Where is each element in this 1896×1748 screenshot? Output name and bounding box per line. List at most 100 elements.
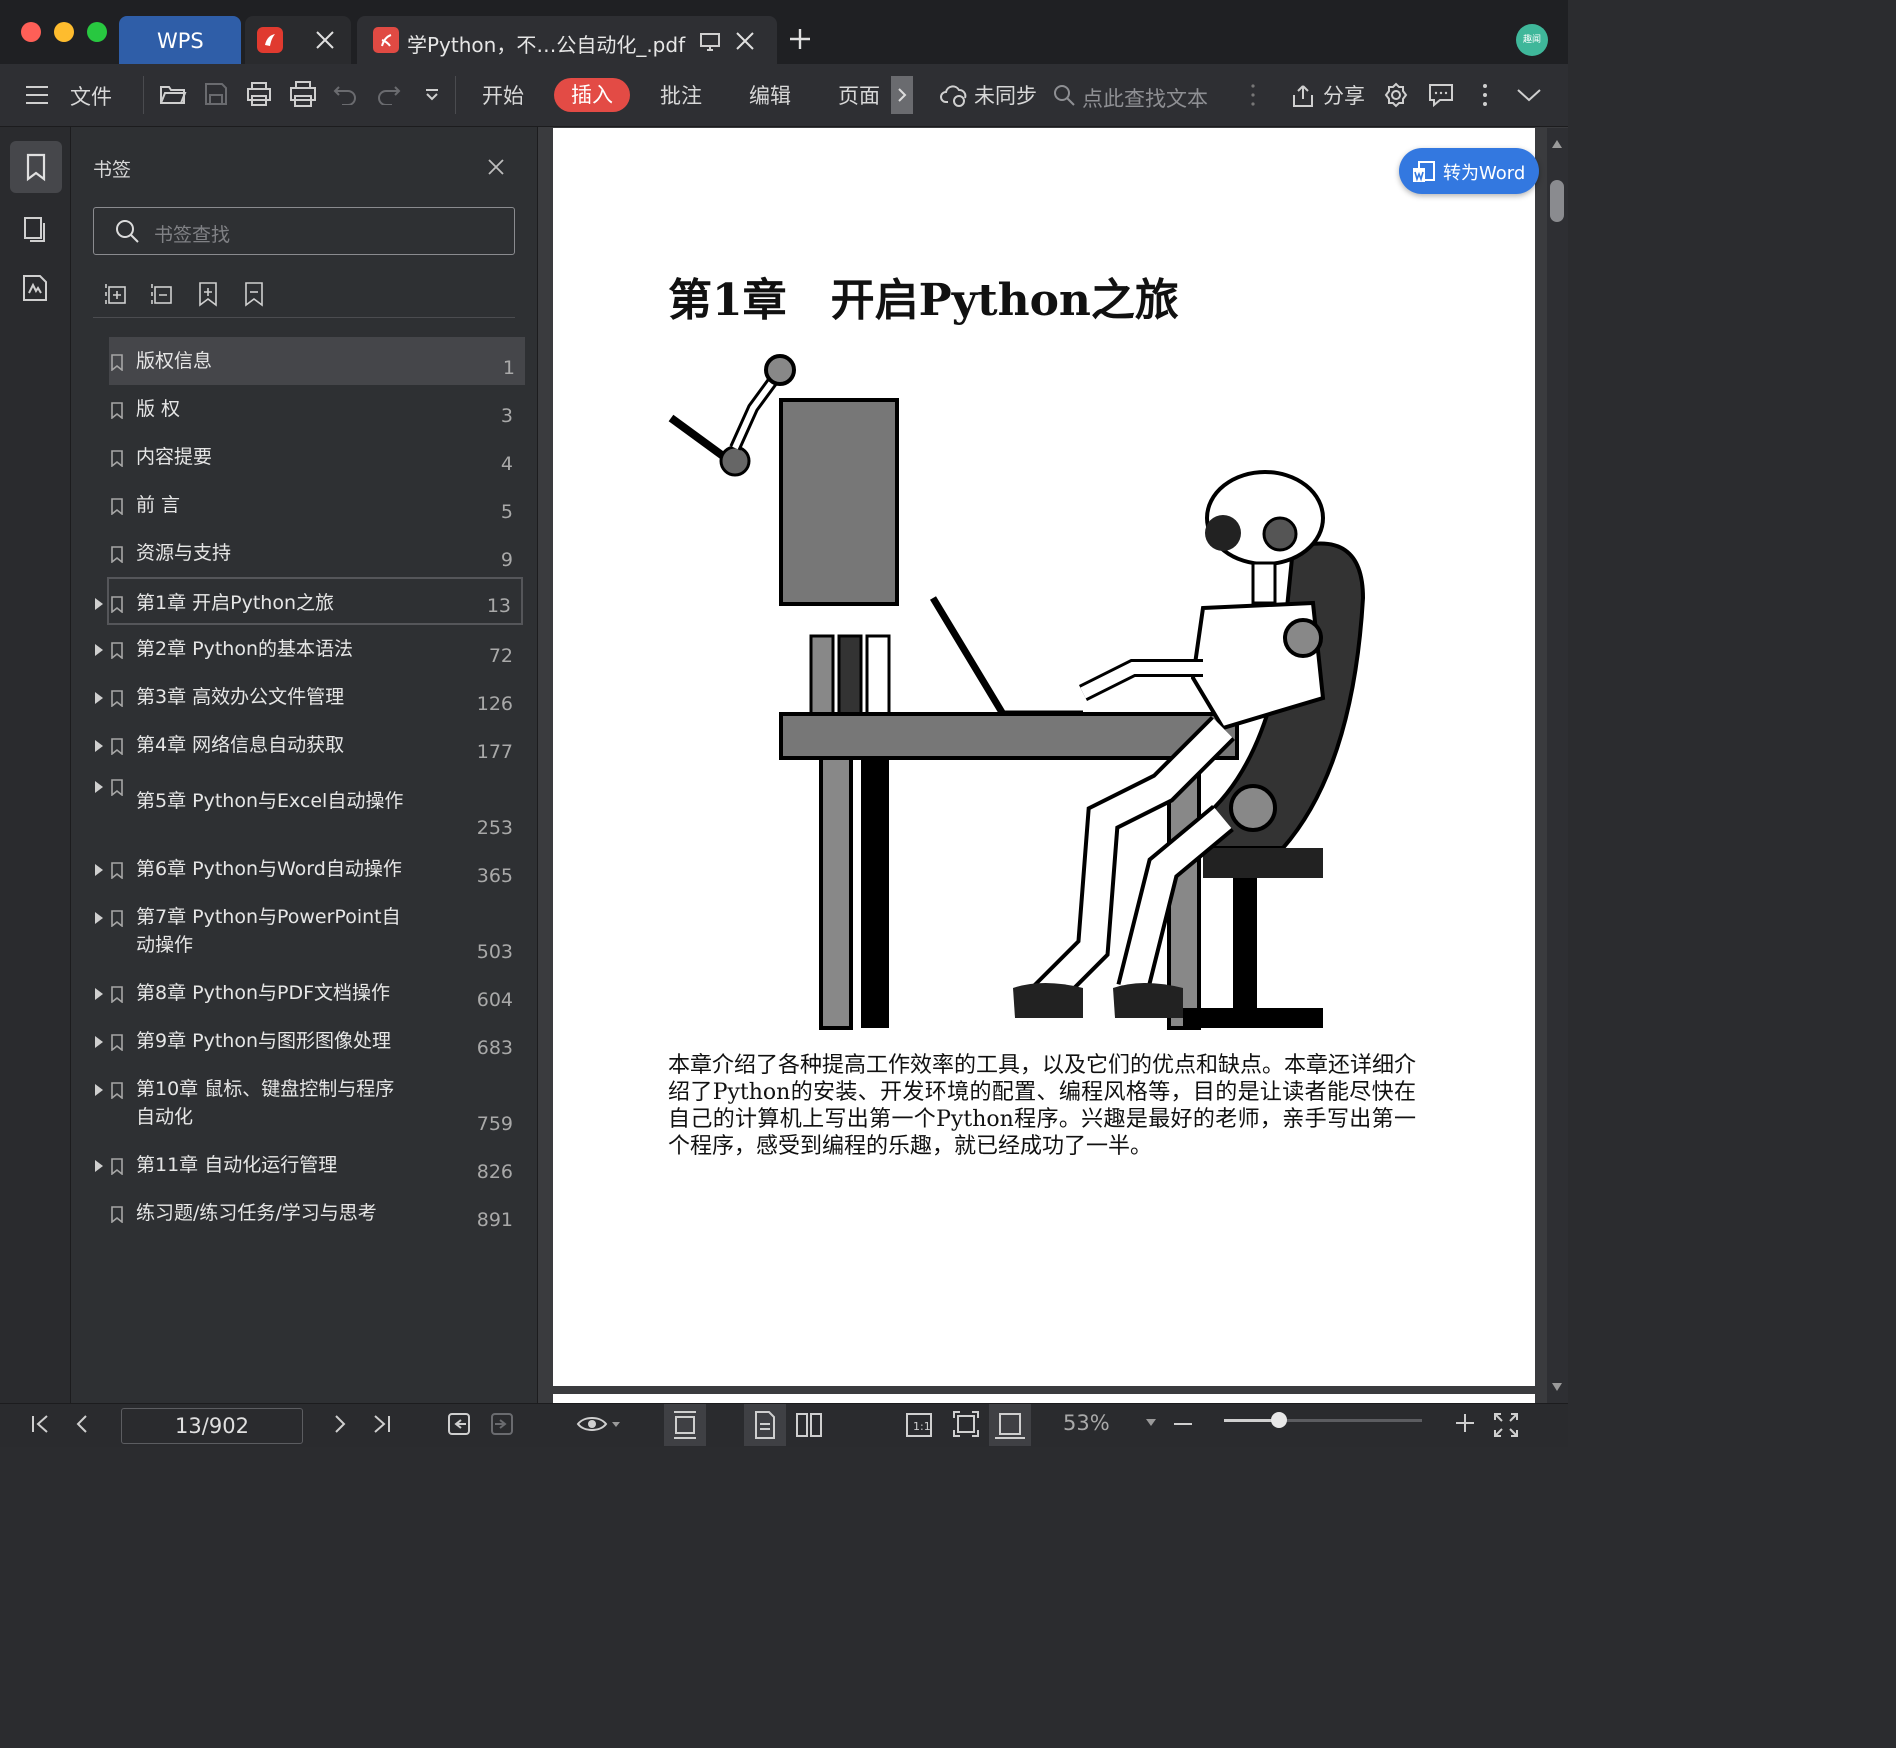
expand-arrow-icon[interactable] xyxy=(95,1160,103,1172)
undo-icon[interactable] xyxy=(333,83,357,105)
bookmark-page-number: 9 xyxy=(500,549,513,571)
zoom-window-button[interactable] xyxy=(87,22,107,42)
tab-docer[interactable] xyxy=(245,16,351,64)
tabs-scroll-right-button[interactable] xyxy=(891,76,913,114)
bookmark-item[interactable]: 第2章 Python的基本语法 72 xyxy=(71,625,537,673)
fullscreen-icon[interactable] xyxy=(1493,1412,1519,1438)
share-button[interactable]: 分享 xyxy=(1323,80,1365,110)
comment-icon[interactable] xyxy=(1428,83,1454,107)
bookmark-label: 第11章 自动化运行管理 xyxy=(136,1154,338,1176)
bookmark-page-number: 683 xyxy=(476,1037,513,1059)
annotation-panel-icon[interactable] xyxy=(20,273,50,303)
tab-edit[interactable]: 编辑 xyxy=(749,80,791,110)
convert-to-word-button[interactable]: 转为Word xyxy=(1399,148,1539,194)
bookmark-item[interactable]: 第10章 鼠标、键盘控制与程序 自动化 759 xyxy=(71,1065,537,1141)
tab-pdf-document[interactable]: 学Python，不…公自动化_.pdf xyxy=(357,16,777,64)
expand-arrow-icon[interactable] xyxy=(95,988,103,1000)
expand-arrow-icon[interactable] xyxy=(95,644,103,656)
previous-page-icon[interactable] xyxy=(74,1414,90,1434)
thumbnail-panel-icon[interactable] xyxy=(22,215,48,243)
open-folder-icon[interactable] xyxy=(159,82,187,106)
close-window-button[interactable] xyxy=(21,22,41,42)
expand-arrow-icon[interactable] xyxy=(95,1084,103,1096)
bookmark-item[interactable]: 练习题/练习任务/学习与思考 891 xyxy=(71,1189,537,1237)
zoom-level[interactable]: 53% xyxy=(1063,1411,1110,1435)
expand-arrow-icon[interactable] xyxy=(95,692,103,704)
scroll-up-arrow-icon[interactable] xyxy=(1552,140,1562,148)
bookmark-item[interactable]: 第4章 网络信息自动获取 177 xyxy=(71,721,537,769)
tab-home[interactable]: 开始 xyxy=(482,80,524,110)
scroll-down-arrow-icon[interactable] xyxy=(1552,1383,1562,1391)
close-tab-icon[interactable] xyxy=(735,31,755,51)
bookmark-item[interactable]: 第7章 Python与PowerPoint自 动操作 503 xyxy=(71,893,537,969)
zoom-out-icon[interactable] xyxy=(1172,1414,1194,1434)
expand-arrow-icon[interactable] xyxy=(95,781,103,793)
bookmark-item[interactable]: 第6章 Python与Word自动操作 365 xyxy=(71,845,537,893)
go-back-icon[interactable] xyxy=(446,1411,472,1437)
first-page-icon[interactable] xyxy=(30,1414,52,1434)
bookmark-item[interactable]: 第9章 Python与图形图像处理 683 xyxy=(71,1017,537,1065)
expand-arrow-icon[interactable] xyxy=(95,1036,103,1048)
fit-width-button[interactable] xyxy=(989,1404,1031,1446)
find-text-input[interactable]: 点此查找文本 xyxy=(1082,83,1208,113)
new-tab-icon[interactable] xyxy=(789,28,811,50)
bookmark-panel-button[interactable] xyxy=(10,141,62,193)
expand-arrow-icon[interactable] xyxy=(95,598,103,610)
settings-gear-icon[interactable] xyxy=(1383,82,1409,108)
tab-annotate[interactable]: 批注 xyxy=(660,80,702,110)
expand-arrow-icon[interactable] xyxy=(95,740,103,752)
redo-icon[interactable] xyxy=(377,83,401,105)
scrollbar-thumb[interactable] xyxy=(1550,180,1564,222)
bookmark-item[interactable]: 第11章 自动化运行管理 826 xyxy=(71,1141,537,1189)
expand-arrow-icon[interactable] xyxy=(95,912,103,924)
file-menu[interactable]: 文件 xyxy=(70,81,112,111)
zoom-slider[interactable] xyxy=(1224,1412,1422,1428)
continuous-view-button[interactable] xyxy=(744,1404,786,1446)
sync-status[interactable]: 未同步 xyxy=(974,80,1037,110)
bookmark-item[interactable]: 第8章 Python与PDF文档操作 604 xyxy=(71,969,537,1017)
tab-insert[interactable]: 插入 xyxy=(554,78,630,112)
last-page-icon[interactable] xyxy=(370,1414,392,1434)
bookmark-item[interactable]: 资源与支持 9 xyxy=(71,529,537,577)
cloud-sync-icon[interactable] xyxy=(940,82,970,108)
more-options-icon[interactable] xyxy=(1481,82,1489,108)
bookmark-item[interactable]: 第3章 高效办公文件管理 126 xyxy=(71,673,537,721)
next-page-icon[interactable] xyxy=(332,1414,348,1434)
print-icon[interactable] xyxy=(246,81,272,107)
share-icon[interactable] xyxy=(1290,83,1316,109)
bookmark-item[interactable]: 版 权 3 xyxy=(71,385,537,433)
save-icon[interactable] xyxy=(204,82,228,106)
tab-page[interactable]: 页面 xyxy=(838,80,880,110)
zoom-in-icon[interactable] xyxy=(1454,1412,1476,1434)
more-quick-actions-icon[interactable] xyxy=(424,88,440,102)
actual-size-icon[interactable]: 1:1 xyxy=(905,1412,933,1438)
eye-protection-icon[interactable] xyxy=(576,1410,624,1438)
close-tab-icon[interactable] xyxy=(315,30,335,50)
bookmark-page-number: 4 xyxy=(500,453,513,475)
convert-doc-icon xyxy=(1413,161,1435,182)
vertical-more-icon[interactable] xyxy=(1249,82,1257,108)
bookmark-label: 版 权 xyxy=(136,398,181,420)
bookmark-item[interactable]: 内容提要 4 xyxy=(71,433,537,481)
go-forward-icon[interactable] xyxy=(489,1411,515,1437)
minimize-window-button[interactable] xyxy=(54,22,74,42)
bookmark-item[interactable]: 第5章 Python与Excel自动操作 253 xyxy=(71,769,537,845)
expand-arrow-icon[interactable] xyxy=(95,864,103,876)
page-number-input[interactable]: 13/902 xyxy=(121,1408,303,1444)
two-page-view-icon[interactable] xyxy=(794,1411,824,1439)
monitor-icon[interactable] xyxy=(699,32,721,52)
quick-print-icon[interactable] xyxy=(289,80,317,108)
tab-pdf-title: 学Python，不…公自动化_.pdf xyxy=(407,33,686,57)
collapse-ribbon-icon[interactable] xyxy=(1516,87,1542,103)
vertical-scrollbar[interactable] xyxy=(1547,128,1568,1403)
bookmark-item[interactable]: 前 言 5 xyxy=(71,481,537,529)
search-icon[interactable] xyxy=(1052,83,1076,107)
tab-wps[interactable]: WPS xyxy=(119,16,241,64)
zoom-dropdown-icon[interactable] xyxy=(1146,1419,1156,1427)
fit-page-icon[interactable] xyxy=(952,1410,980,1438)
bookmark-item[interactable]: 版权信息 1 xyxy=(109,337,525,385)
single-page-view-button[interactable] xyxy=(664,1404,706,1446)
bookmark-item[interactable]: 第1章 开启Python之旅 13 xyxy=(95,577,523,625)
hamburger-menu-icon[interactable] xyxy=(24,84,50,106)
avatar[interactable]: 趣闻 xyxy=(1516,24,1548,56)
